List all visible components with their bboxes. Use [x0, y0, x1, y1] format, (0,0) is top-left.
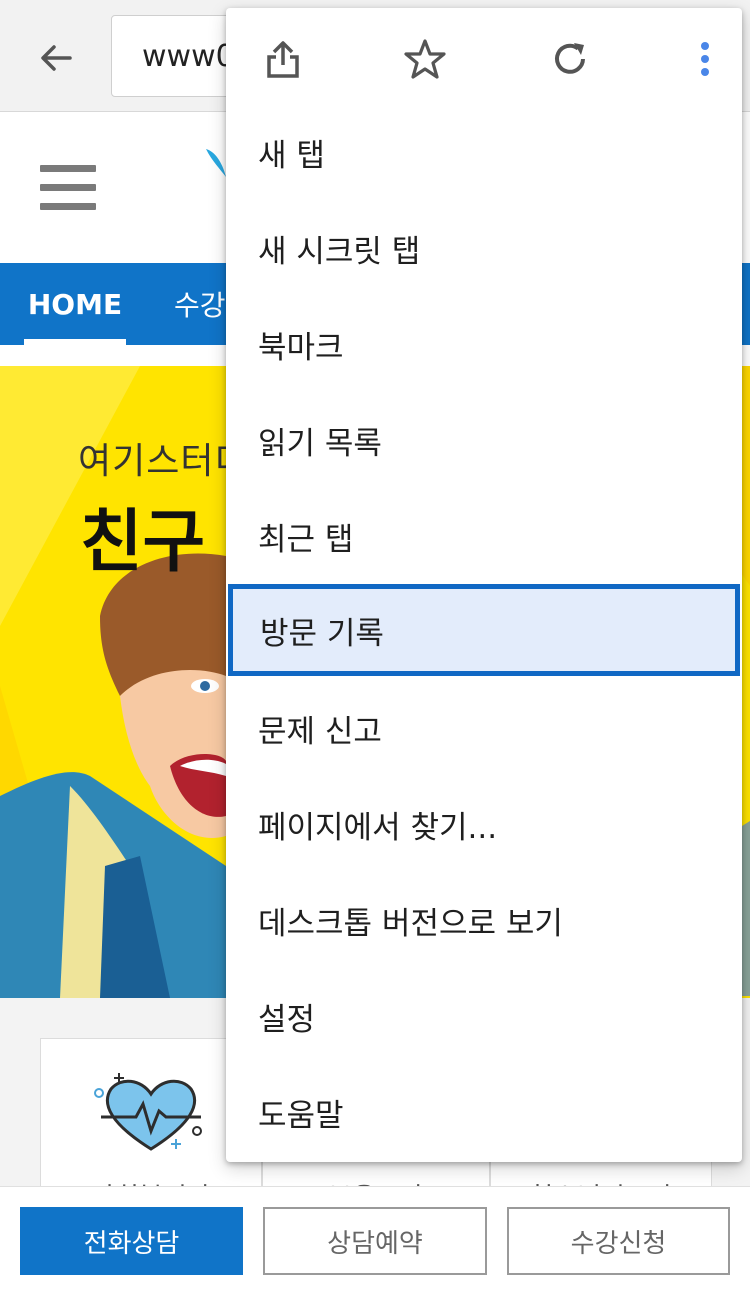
menu-item-label: 페이지에서 찾기...	[258, 809, 498, 846]
banner-title: 친구	[80, 503, 206, 582]
bookmark-star-button[interactable]	[398, 32, 452, 86]
nav-active-indicator	[24, 339, 126, 345]
hamburger-line	[40, 203, 96, 210]
menu-item-reading-list[interactable]: 읽기 목록	[226, 392, 742, 488]
call-consult-button[interactable]: 전화상담	[20, 1207, 243, 1275]
menu-item-recent-tabs[interactable]: 최근 탭	[226, 488, 742, 584]
menu-item-desktop-site[interactable]: 데스크톱 버전으로 보기	[226, 872, 742, 968]
browser-overflow-menu: 새 탭 새 시크릿 탭 북마크 읽기 목록 최근 탭 방문 기록 문제 신고 페…	[226, 8, 742, 1162]
menu-item-report-issue[interactable]: 문제 신고	[226, 680, 742, 776]
menu-item-label: 도움말	[258, 1097, 344, 1134]
menu-item-label: 최근 탭	[258, 521, 354, 558]
banner-subtitle: 여기스터디	[78, 441, 249, 482]
refresh-icon	[555, 43, 585, 74]
heart-pulse-icon	[94, 1073, 202, 1151]
share-icon	[267, 41, 299, 78]
star-icon	[404, 39, 446, 79]
more-vert-icon	[701, 42, 709, 76]
menu-item-settings[interactable]: 설정	[226, 968, 742, 1064]
share-button[interactable]	[256, 32, 310, 86]
nav-item-courses[interactable]: 수강	[174, 263, 226, 345]
menu-item-label: 문제 신고	[258, 713, 382, 750]
menu-item-new-incognito-tab[interactable]: 새 시크릿 탭	[226, 200, 742, 296]
menu-item-label: 읽기 목록	[258, 425, 382, 462]
enroll-button[interactable]: 수강신청	[507, 1207, 730, 1275]
back-button[interactable]	[30, 32, 82, 84]
menu-item-label: 북마크	[258, 329, 344, 366]
menu-top-row	[226, 8, 742, 108]
menu-item-label: 새 탭	[258, 137, 325, 174]
reload-button[interactable]	[543, 32, 597, 86]
menu-item-new-tab[interactable]: 새 탭	[226, 104, 742, 200]
menu-item-bookmarks[interactable]: 북마크	[226, 296, 742, 392]
menu-item-label: 방문 기록	[260, 615, 384, 652]
hamburger-line	[40, 165, 96, 172]
bottom-action-bar: 전화상담 상담예약 수강신청	[0, 1186, 750, 1294]
menu-item-label: 데스크톱 버전으로 보기	[258, 905, 563, 942]
menu-item-label: 새 시크릿 탭	[258, 233, 421, 270]
url-text: www0	[142, 38, 235, 74]
menu-item-label: 설정	[258, 1001, 316, 1038]
more-options-button[interactable]	[678, 32, 732, 86]
nav-home[interactable]: HOME	[24, 263, 126, 345]
menu-item-history[interactable]: 방문 기록	[228, 584, 740, 676]
hamburger-line	[40, 184, 96, 191]
menu-item-find-in-page[interactable]: 페이지에서 찾기...	[226, 776, 742, 872]
menu-item-help[interactable]: 도움말	[226, 1064, 742, 1160]
reserve-consult-button[interactable]: 상담예약	[263, 1207, 487, 1275]
arrow-left-icon	[41, 45, 72, 71]
hamburger-menu-button[interactable]	[40, 165, 96, 211]
